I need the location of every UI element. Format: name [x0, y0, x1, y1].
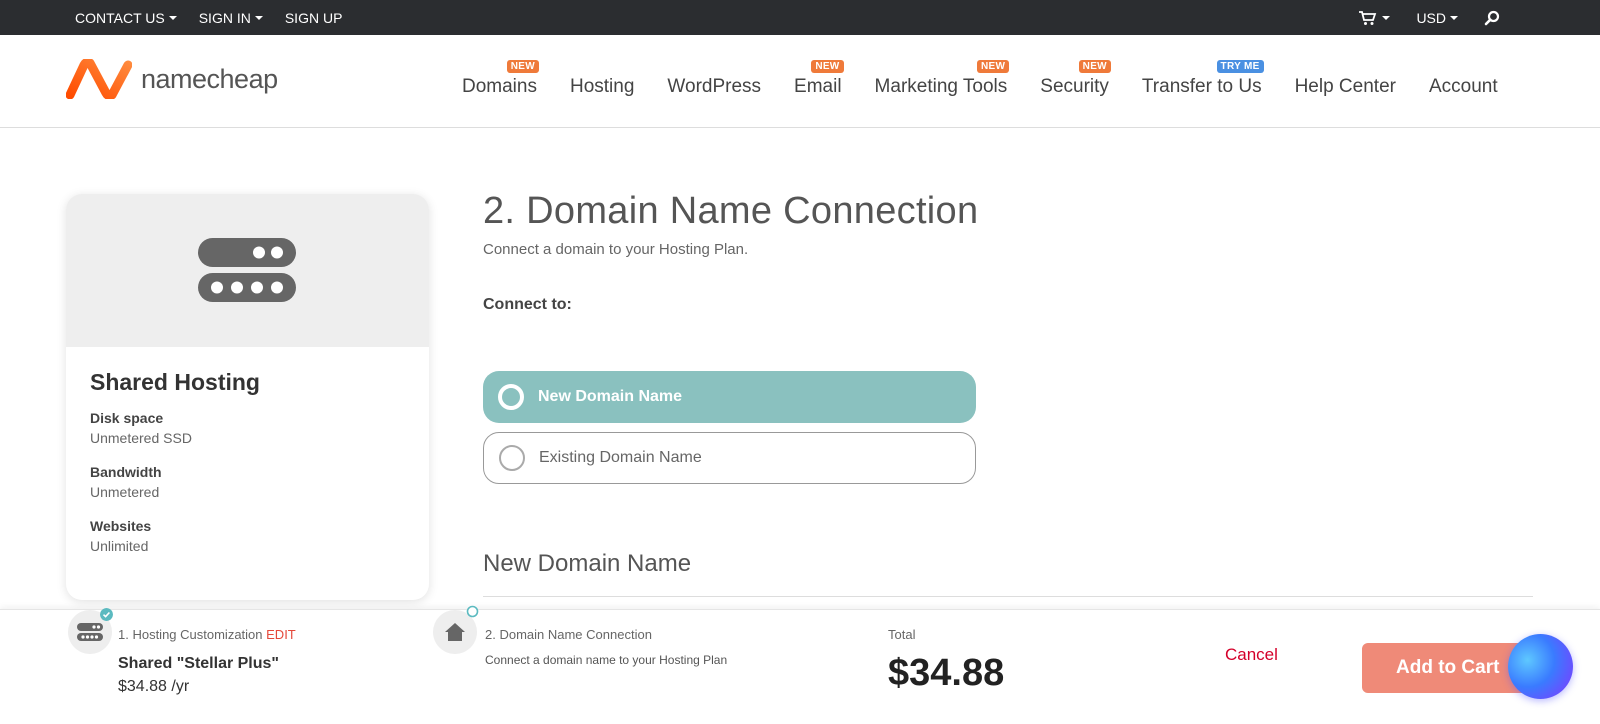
hosting-summary-card: Shared Hosting Disk space Unmetered SSD …: [66, 194, 429, 600]
cancel-button[interactable]: Cancel: [1225, 645, 1278, 665]
add-to-cart-label: Add to Cart: [1396, 657, 1500, 678]
nav-item-marketing-tools[interactable]: Marketing Tools NEW: [874, 59, 1010, 98]
cart-menu[interactable]: [1358, 10, 1391, 26]
chevron-down-icon: [1382, 15, 1391, 20]
chat-assistant-icon[interactable]: [1508, 634, 1573, 699]
step1-text: 1. Hosting Customization: [118, 627, 263, 642]
nav-label: Help Center: [1294, 75, 1396, 97]
sign-up-link[interactable]: SIGN UP: [285, 10, 343, 26]
nav-item-domains[interactable]: Domains NEW: [462, 59, 539, 98]
nav-item-help-center[interactable]: Help Center: [1295, 66, 1396, 98]
radio-unselected[interactable]: [499, 445, 525, 471]
card-body: Shared Hosting Disk space Unmetered SSD …: [66, 347, 429, 594]
search-icon: [1484, 10, 1500, 25]
page-subtitle: Connect a domain to your Hosting Plan.: [483, 241, 749, 258]
nav-item-hosting[interactable]: Hosting: [570, 66, 634, 98]
main-nav: Domains NEW Hosting WordPress Email NEW …: [462, 35, 1498, 128]
home-icon: [445, 623, 465, 641]
nav-label: Domains: [462, 75, 537, 97]
spec-disk-space: Disk space Unmetered SSD: [90, 410, 405, 446]
spec-value: Unmetered SSD: [90, 430, 192, 446]
card-illustration: [66, 194, 429, 347]
sign-up-label: SIGN UP: [284, 9, 343, 26]
total-label: Total: [888, 627, 916, 642]
divider: [483, 596, 1533, 597]
option-label: New Domain Name: [538, 388, 683, 405]
cart-icon: [1359, 10, 1377, 25]
checkout-bottom-bar: 1. Hosting Customization EDIT Shared "St…: [0, 605, 1600, 724]
currency-label: USD: [1416, 9, 1446, 26]
top-bar-right: USD: [1358, 0, 1500, 35]
spec-bandwidth: Bandwidth Unmetered: [90, 464, 405, 500]
chevron-down-icon: [1450, 15, 1458, 20]
chevron-down-icon: [254, 15, 263, 20]
spec-label: Websites: [90, 518, 152, 534]
existing-domain-option[interactable]: Existing Domain Name: [483, 432, 976, 484]
server-icon: [198, 238, 296, 302]
server-icon: [77, 623, 103, 641]
nav-item-transfer[interactable]: Transfer to Us TRY ME: [1141, 59, 1264, 98]
total-value: $34.88: [888, 652, 1005, 694]
spec-value: Unmetered: [90, 484, 160, 500]
nav-label: WordPress: [667, 75, 762, 97]
spec-label: Bandwidth: [90, 464, 162, 480]
plan-name: Shared "Stellar Plus": [118, 655, 280, 672]
new-badge: NEW: [811, 59, 844, 73]
new-badge: NEW: [1078, 59, 1111, 73]
sign-in-menu[interactable]: SIGN IN: [199, 10, 263, 26]
connect-to-label: Connect to:: [483, 296, 572, 313]
section-title: New Domain Name: [483, 550, 692, 577]
nav-label: Transfer to Us: [1141, 75, 1262, 97]
search-button[interactable]: [1484, 10, 1500, 26]
nav-item-account[interactable]: Account: [1429, 66, 1498, 98]
nav-item-email[interactable]: Email NEW: [794, 59, 844, 98]
contact-us-menu[interactable]: CONTACT US: [75, 10, 177, 26]
nav-label: Account: [1428, 75, 1498, 97]
contact-us-label: CONTACT US: [75, 9, 165, 26]
step1-label: 1. Hosting Customization EDIT: [118, 627, 296, 642]
card-title: Shared Hosting: [90, 369, 260, 395]
nav-label: Marketing Tools: [874, 75, 1008, 97]
new-badge: NEW: [506, 59, 539, 73]
main-content: 2. Domain Name Connection Connect a doma…: [483, 190, 1533, 597]
chevron-down-icon: [168, 15, 177, 20]
step2-description: Connect a domain name to your Hosting Pl…: [485, 653, 728, 667]
sign-in-label: SIGN IN: [198, 9, 251, 26]
new-domain-option[interactable]: New Domain Name: [483, 371, 976, 423]
new-badge: NEW: [977, 59, 1010, 73]
try-me-badge: TRY ME: [1216, 59, 1264, 73]
nav-item-security[interactable]: Security NEW: [1040, 59, 1111, 98]
pending-status-icon: [466, 605, 479, 618]
edit-link[interactable]: EDIT: [266, 627, 296, 642]
site-header: namecheap Domains NEW Hosting WordPress …: [0, 35, 1600, 128]
nav-label: Email: [794, 75, 842, 97]
page-title: 2. Domain Name Connection: [483, 190, 979, 232]
top-bar: CONTACT US SIGN IN SIGN UP USD: [0, 0, 1600, 35]
currency-menu[interactable]: USD: [1416, 10, 1458, 26]
top-bar-left: CONTACT US SIGN IN SIGN UP: [75, 0, 342, 35]
nav-label: Hosting: [569, 75, 635, 97]
option-label: Existing Domain Name: [539, 449, 702, 466]
spec-websites: Websites Unlimited: [90, 518, 405, 554]
namecheap-logo[interactable]: namecheap: [66, 59, 278, 99]
step2-label: 2. Domain Name Connection: [485, 627, 652, 642]
nav-item-wordpress[interactable]: WordPress: [667, 66, 761, 98]
check-icon: [100, 608, 113, 621]
spec-label: Disk space: [90, 410, 164, 426]
radio-selected[interactable]: [498, 384, 524, 410]
logo-wordmark: namecheap: [141, 63, 278, 94]
plan-price: $34.88 /yr: [118, 678, 190, 695]
namecheap-logo-icon: [66, 59, 132, 99]
spec-value: Unlimited: [90, 538, 149, 554]
nav-label: Security: [1040, 75, 1109, 97]
